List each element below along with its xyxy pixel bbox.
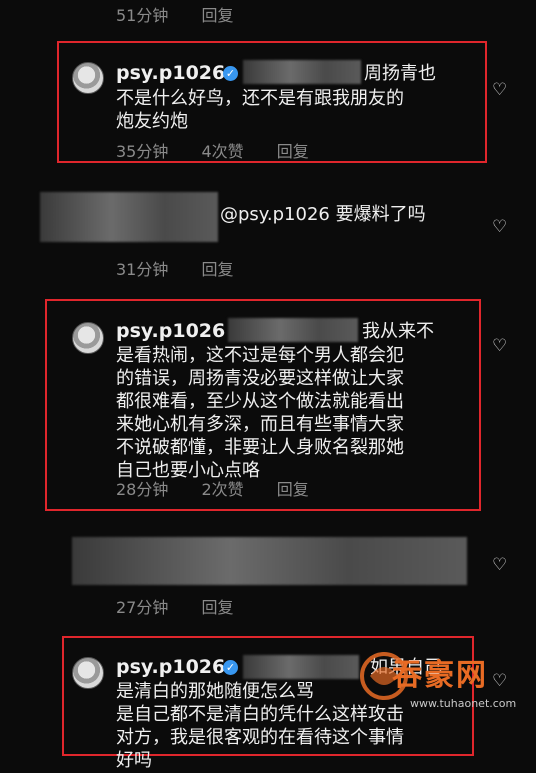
comment-text: @psy.p1026 要爆料了吗 [220,204,426,225]
reply-button[interactable]: 回复 [201,260,233,279]
watermark-text: 吞豪网 [392,658,488,693]
like-count[interactable]: 2次赞 [201,480,243,499]
username[interactable]: psy.p1026 [116,656,225,678]
like-count[interactable]: 4次赞 [201,142,243,161]
comment-text-line: 是看热闹，这不过是每个男人都会犯 [116,345,404,366]
reply-button[interactable]: 回复 [201,598,233,617]
heart-icon[interactable]: ♡ [492,219,510,236]
redacted-avatar-and-name [40,192,218,242]
comment-text-line: 我从来不 [362,321,434,342]
comment-text-line: 不是什么好鸟，还不是有跟我朋友的 [116,88,404,109]
verified-badge-icon: ✓ [223,66,238,81]
comment-meta: 27分钟 回复 [116,594,261,618]
comment-text-line: 不说破都懂，非要让人身败名裂那她 [116,437,404,458]
avatar[interactable] [72,322,104,354]
top-meta: 51分钟 回复 [116,2,261,26]
comment-meta: 35分钟 4次赞 回复 [116,138,337,162]
reply-button[interactable]: 回复 [277,142,309,161]
comment-meta: 28分钟 2次赞 回复 [116,476,337,500]
comment-text-line: 都很难看，至少从这个做法就能看出 [116,391,404,412]
verified-badge-icon: ✓ [223,660,238,675]
redacted-comment [72,537,467,585]
comment-text-line: 炮友约炮 [116,111,188,132]
comment-text-line: 好吗 [116,750,152,771]
comment-text-line: 的错误，周扬青没必要这样做让大家 [116,368,404,389]
redacted-mention [228,318,358,342]
timestamp: 28分钟 [116,480,169,499]
reply-button[interactable]: 回复 [277,480,309,499]
avatar[interactable] [72,657,104,689]
redacted-mention [243,60,361,84]
heart-icon[interactable]: ♡ [492,82,510,99]
timestamp: 31分钟 [116,260,169,279]
timestamp: 27分钟 [116,598,169,617]
comment-meta: 31分钟 回复 [116,256,261,280]
redacted-mention [243,655,359,679]
heart-icon[interactable]: ♡ [492,338,510,355]
reply-button[interactable]: 回复 [201,6,233,25]
comment-thread: 51分钟 回复 psy.p1026 ✓ 周扬青也 不是什么好鸟，还不是有跟我朋友… [0,0,536,771]
timestamp: 35分钟 [116,142,169,161]
avatar[interactable] [72,62,104,94]
comment-text-line: 周扬青也 [364,63,436,84]
comment-text-line: 来她心机有多深，而且有些事情大家 [116,414,404,435]
watermark-url: www.tuhaonet.com [410,697,517,710]
comment-text-line: 是清白的那她随便怎么骂 [116,681,314,702]
timestamp: 51分钟 [116,6,169,25]
heart-icon[interactable]: ♡ [492,557,510,574]
username[interactable]: psy.p1026 [116,320,225,342]
username[interactable]: psy.p1026 [116,62,225,84]
